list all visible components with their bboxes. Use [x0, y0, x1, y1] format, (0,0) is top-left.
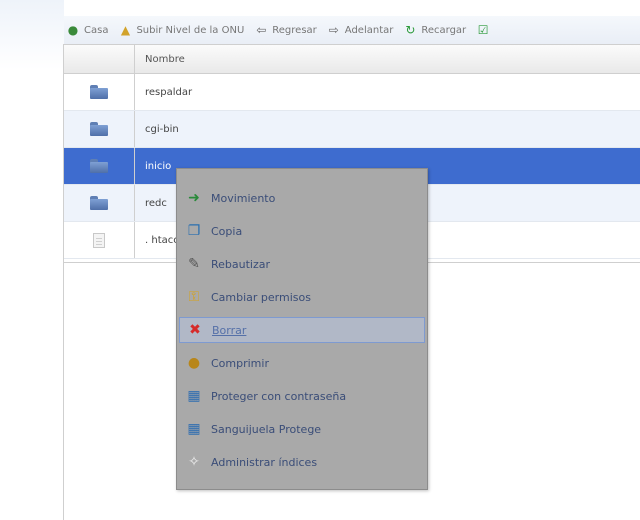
menu-item-delete[interactable]: ✖ Borrar: [179, 317, 425, 343]
password-protect-icon: ▦: [187, 388, 201, 404]
menu-item-label: Comprimir: [211, 356, 269, 370]
menu-item-change-permissions[interactable]: ⚿ Cambiar permisos: [179, 284, 425, 310]
toolbar-forward-button[interactable]: ⇨ Adelantar: [325, 23, 396, 37]
menu-item-label: Sanguijuela Protege: [211, 422, 322, 436]
toolbar-home-label: Casa: [84, 24, 109, 36]
checkbox-icon: ☑: [477, 23, 489, 37]
folder-icon: [90, 85, 108, 99]
menu-item-manage-indexes[interactable]: ✧ Administrar índices: [179, 449, 425, 475]
menu-item-leech-protect[interactable]: ▦ Sanguijuela Protege: [179, 416, 425, 442]
toolbar-up-level-button[interactable]: ▲ Subir Nivel de la ONU: [116, 23, 246, 37]
home-icon: ●: [67, 23, 79, 37]
menu-item-rename[interactable]: ✎ Rebautizar: [179, 251, 425, 277]
up-folder-icon: ▲: [120, 23, 131, 37]
toolbar-back-button[interactable]: ⇦ Regresar: [252, 23, 319, 37]
menu-item-copy[interactable]: ❐ Copia: [179, 218, 425, 244]
table-header: Nombre: [64, 44, 640, 74]
folder-icon: [90, 159, 108, 173]
table-row[interactable]: respaldar: [64, 74, 640, 111]
file-name: cgi-bin: [145, 123, 179, 135]
toolbar: ● Casa ▲ Subir Nivel de la ONU ⇦ Regresa…: [64, 16, 640, 44]
reload-icon: ↻: [405, 23, 416, 37]
toolbar-back-label: Regresar: [272, 24, 317, 36]
menu-item-label: Copia: [211, 224, 243, 238]
menu-item-label: Rebautizar: [211, 257, 271, 271]
menu-item-password-protect[interactable]: ▦ Proteger con contraseña: [179, 383, 425, 409]
toolbar-reload-button[interactable]: ↻ Recargar: [401, 23, 468, 37]
menu-item-label: Administrar índices: [211, 455, 318, 469]
table-row[interactable]: cgi-bin: [64, 111, 640, 148]
menu-item-label: Proteger con contraseña: [211, 389, 347, 403]
folder-icon: [90, 196, 108, 210]
file-icon: [93, 232, 105, 248]
back-arrow-icon: ⇦: [256, 23, 267, 37]
toolbar-reload-label: Recargar: [421, 24, 467, 36]
file-name: respaldar: [145, 86, 193, 98]
menu-item-move[interactable]: ➜ Movimiento: [179, 185, 425, 211]
move-icon: ➜: [188, 190, 200, 206]
leech-protect-icon: ▦: [187, 421, 201, 437]
key-icon: ⚿: [188, 289, 200, 305]
toolbar-up-level-label: Subir Nivel de la ONU: [136, 24, 245, 36]
toolbar-home-button[interactable]: ● Casa: [64, 23, 110, 37]
left-panel: [0, 0, 64, 520]
context-menu: ➜ Movimiento ❐ Copia ✎ Rebautizar ⚿ Camb…: [176, 168, 428, 490]
manage-indexes-icon: ✧: [188, 454, 200, 470]
menu-item-label: Borrar: [212, 323, 247, 337]
header-name[interactable]: Nombre: [135, 54, 640, 65]
toolbar-forward-label: Adelantar: [344, 24, 394, 36]
rename-icon: ✎: [188, 256, 200, 272]
compress-icon: ●: [187, 355, 201, 371]
header-icon-column: [64, 45, 135, 73]
toolbar-select-all-button[interactable]: ☑: [474, 23, 492, 37]
menu-item-label: Movimiento: [211, 191, 276, 205]
delete-icon: ✖: [189, 322, 201, 338]
menu-item-label: Cambiar permisos: [211, 290, 311, 304]
folder-icon: [90, 122, 108, 136]
forward-arrow-icon: ⇨: [328, 23, 339, 37]
copy-icon: ❐: [187, 223, 201, 239]
menu-item-compress[interactable]: ● Comprimir: [179, 350, 425, 376]
